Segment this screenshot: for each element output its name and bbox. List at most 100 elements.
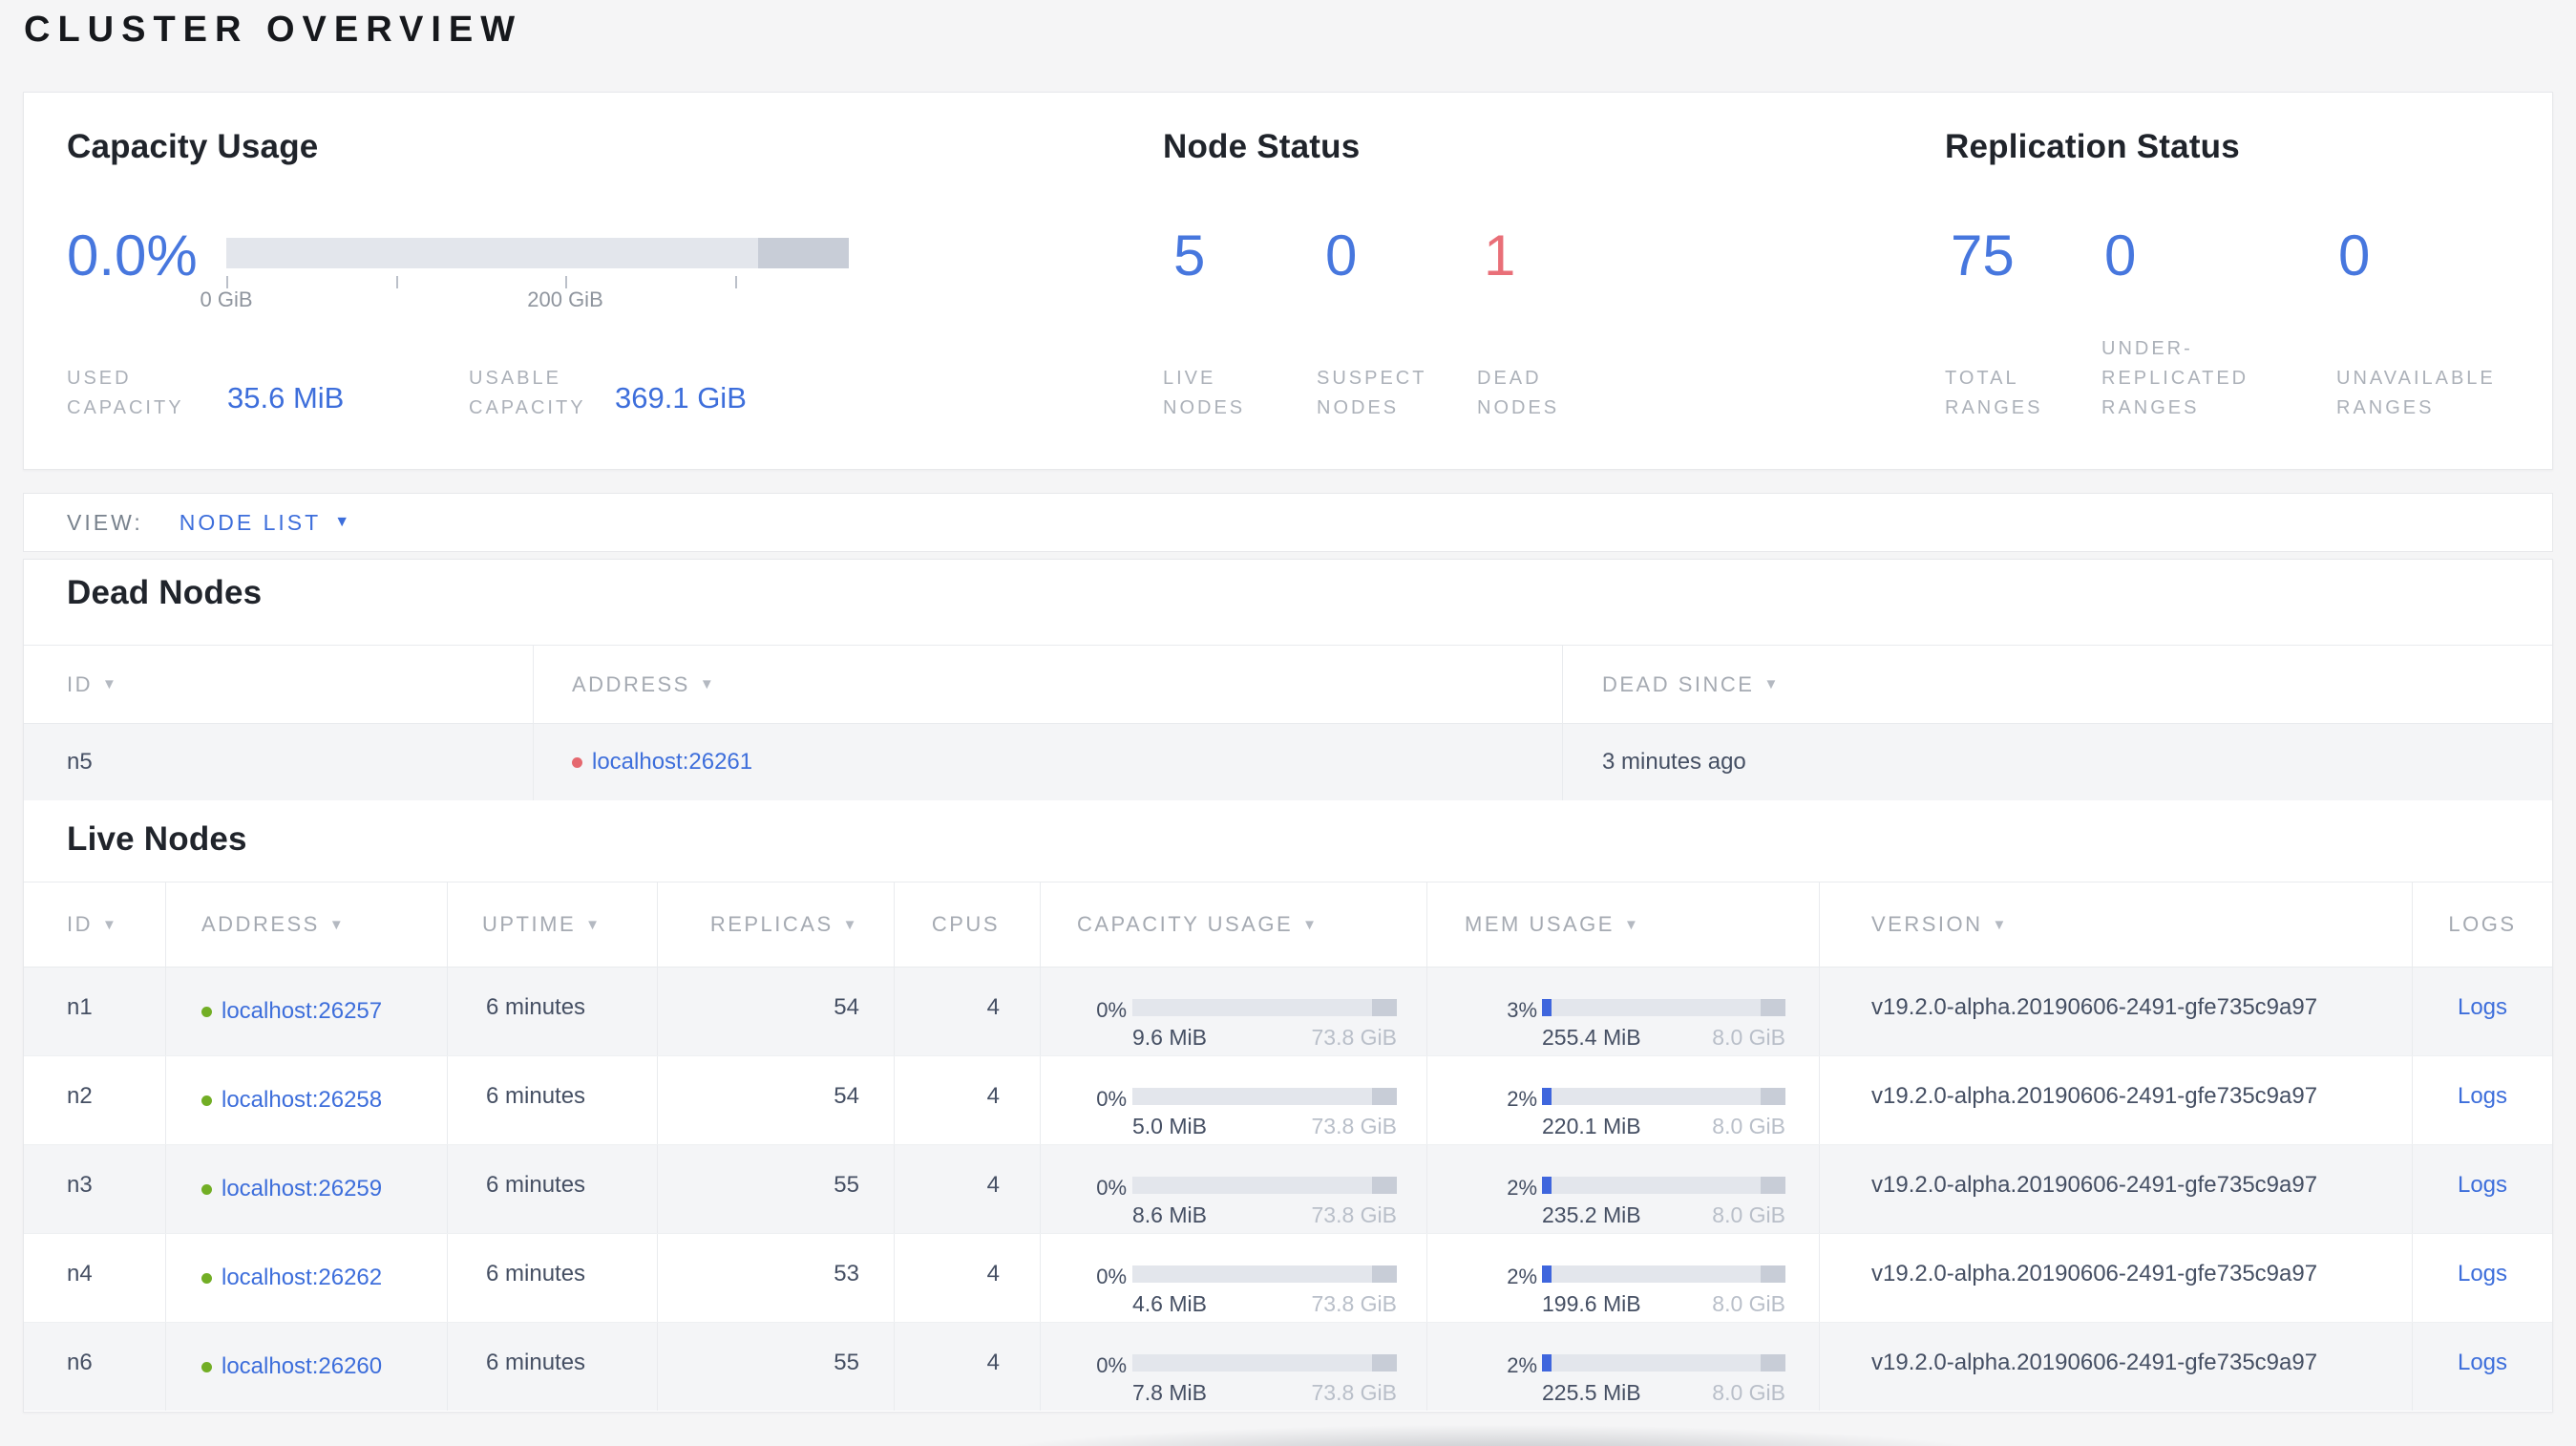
- version-cell: v19.2.0-alpha.20190606-2491-gfe735c9a97: [1820, 968, 2413, 1055]
- sort-caret-icon: ▼: [1623, 916, 1641, 933]
- view-dropdown-value: NODE LIST: [179, 509, 322, 535]
- dead-nodes-table: ID ▼ ADDRESS ▼ DEAD SINCE ▼ n5 localhost:26: [24, 645, 2552, 800]
- sort-caret-icon: ▼: [1992, 916, 2009, 933]
- node-address-link[interactable]: localhost:26259: [222, 1176, 382, 1202]
- capacity-usage-cell: 0% 4.6 MiB 73.8 GiB: [1041, 1234, 1427, 1322]
- replicas-cell: 55: [658, 1323, 895, 1411]
- total-ranges-label: TOTAL RANGES: [1945, 368, 2043, 418]
- node-address-cell: localhost:26260: [166, 1323, 448, 1411]
- capacity-usage-bar: [1132, 1265, 1397, 1283]
- nodes-card: Dead Nodes ID ▼ ADDRESS ▼ DEAD SINCE ▼ n5: [23, 559, 2553, 1413]
- mem-total-value: 8.0 GiB: [1712, 1114, 1785, 1138]
- mem-total-value: 8.0 GiB: [1712, 1380, 1785, 1405]
- cpus-cell: 4: [895, 1056, 1041, 1144]
- capacity-usage-bar: [1132, 999, 1397, 1016]
- mem-usage-bar: [1542, 1265, 1785, 1283]
- node-address-link[interactable]: localhost:26261: [592, 749, 752, 776]
- logs-link[interactable]: Logs: [2458, 1350, 2507, 1375]
- usable-capacity-label: USABLE CAPACITY: [469, 368, 586, 418]
- view-selector-bar: VIEW: NODE LIST ▼: [23, 493, 2553, 552]
- logs-cell: Logs: [2413, 1145, 2552, 1233]
- capacity-usage-cell: 0% 8.6 MiB 73.8 GiB: [1041, 1145, 1427, 1233]
- mem-used-value: 255.4 MiB: [1542, 1025, 1641, 1050]
- node-address-cell: localhost:26259: [166, 1145, 448, 1233]
- version-cell: v19.2.0-alpha.20190606-2491-gfe735c9a97: [1820, 1056, 2413, 1144]
- column-header-cpus: CPUS: [895, 882, 1041, 967]
- capacity-usage-bar: [226, 238, 849, 268]
- mem-bar-fill: [1542, 1088, 1552, 1105]
- live-status-icon: [201, 1183, 212, 1195]
- capacity-usage-cell: 0% 9.6 MiB 73.8 GiB: [1041, 968, 1427, 1055]
- capacity-total-value: 73.8 GiB: [1311, 1025, 1398, 1050]
- node-address-cell: localhost:26262: [166, 1234, 448, 1322]
- mem-percent-label: 2%: [1507, 1087, 1537, 1111]
- node-id-cell: n3: [24, 1145, 166, 1233]
- sort-caret-icon: ▼: [328, 916, 347, 933]
- axis-tick: [396, 276, 398, 288]
- mem-bar-fill: [1542, 1265, 1552, 1283]
- version-cell: v19.2.0-alpha.20190606-2491-gfe735c9a97: [1820, 1234, 2413, 1322]
- node-id-cell: n1: [24, 968, 166, 1055]
- column-header-logs: LOGS: [2413, 882, 2552, 967]
- uptime-cell: 6 minutes: [448, 1145, 658, 1233]
- logs-link[interactable]: Logs: [2458, 1083, 2507, 1109]
- column-header-version[interactable]: VERSION ▼: [1820, 882, 2413, 967]
- column-header-address[interactable]: ADDRESS ▼: [534, 646, 1563, 723]
- column-header-mem-usage[interactable]: MEM USAGE ▼: [1427, 882, 1820, 967]
- node-address-link[interactable]: localhost:26260: [222, 1353, 382, 1380]
- cluster-overview-page: CLUSTER OVERVIEW Capacity Usage 0.0% 0 G…: [0, 0, 2576, 1446]
- uptime-cell: 6 minutes: [448, 1234, 658, 1322]
- logs-link[interactable]: Logs: [2458, 1261, 2507, 1287]
- axis-tick-label: 200 GiB: [527, 287, 603, 311]
- node-address-link[interactable]: localhost:26262: [222, 1265, 382, 1291]
- cpus-cell: 4: [895, 1234, 1041, 1322]
- live-nodes-section-title: Live Nodes: [67, 820, 247, 858]
- dead-node-row: n5 localhost:26261 3 minutes ago: [24, 724, 2552, 800]
- capacity-total-value: 73.8 GiB: [1311, 1202, 1398, 1227]
- logs-cell: Logs: [2413, 1234, 2552, 1322]
- sort-caret-icon: ▼: [1302, 916, 1320, 933]
- page-title: CLUSTER OVERVIEW: [24, 10, 523, 50]
- mem-usage-cell: 2% 220.1 MiB 8.0 GiB: [1427, 1056, 1820, 1144]
- column-header-address[interactable]: ADDRESS ▼: [166, 882, 448, 967]
- column-header-uptime[interactable]: UPTIME ▼: [448, 882, 658, 967]
- dead-nodes-section-title: Dead Nodes: [67, 574, 263, 611]
- logs-link[interactable]: Logs: [2458, 1172, 2507, 1198]
- cpus-cell: 4: [895, 968, 1041, 1055]
- column-header-id[interactable]: ID ▼: [24, 646, 534, 723]
- uptime-cell: 6 minutes: [448, 1056, 658, 1144]
- replicas-cell: 53: [658, 1234, 895, 1322]
- column-header-id[interactable]: ID ▼: [24, 882, 166, 967]
- node-id-cell: n4: [24, 1234, 166, 1322]
- mem-bar-fill: [1542, 1354, 1552, 1372]
- column-header-capacity-usage[interactable]: CAPACITY USAGE ▼: [1041, 882, 1427, 967]
- mem-used-value: 235.2 MiB: [1542, 1202, 1641, 1227]
- under-replicated-ranges-label: UNDER- REPLICATED RANGES: [2101, 338, 2249, 418]
- suspect-nodes-count: 0: [1325, 223, 1358, 287]
- live-nodes-count: 5: [1173, 223, 1206, 287]
- capacity-used-value: 4.6 MiB: [1132, 1291, 1207, 1316]
- node-id-cell: n2: [24, 1056, 166, 1144]
- mem-bar-fill: [1542, 1177, 1552, 1194]
- chevron-down-icon: ▼: [334, 514, 353, 530]
- mem-bar-fill: [1542, 999, 1552, 1016]
- view-dropdown[interactable]: NODE LIST ▼: [179, 510, 352, 536]
- axis-tick-label: 0 GiB: [200, 287, 253, 311]
- column-header-replicas[interactable]: REPLICAS ▼: [658, 882, 895, 967]
- node-address-link[interactable]: localhost:26257: [222, 998, 382, 1025]
- node-address-link[interactable]: localhost:26258: [222, 1087, 382, 1114]
- logs-cell: Logs: [2413, 1323, 2552, 1411]
- capacity-percent-label: 0%: [1096, 1176, 1127, 1200]
- under-replicated-ranges-count: 0: [2104, 223, 2137, 287]
- sort-caret-icon: ▼: [102, 916, 119, 933]
- capacity-percent-label: 0%: [1096, 1353, 1127, 1377]
- logs-link[interactable]: Logs: [2458, 994, 2507, 1020]
- mem-used-value: 225.5 MiB: [1542, 1380, 1641, 1405]
- dead-nodes-table-header: ID ▼ ADDRESS ▼ DEAD SINCE ▼: [24, 645, 2552, 724]
- live-node-row: n1 localhost:26257 6 minutes 54 4 0% 9.6…: [24, 968, 2552, 1056]
- column-header-dead-since[interactable]: DEAD SINCE ▼: [1563, 646, 2552, 723]
- capacity-used-value: 9.6 MiB: [1132, 1025, 1207, 1050]
- version-cell: v19.2.0-alpha.20190606-2491-gfe735c9a97: [1820, 1323, 2413, 1411]
- node-address-cell: localhost:26258: [166, 1056, 448, 1144]
- node-id-cell: n6: [24, 1323, 166, 1411]
